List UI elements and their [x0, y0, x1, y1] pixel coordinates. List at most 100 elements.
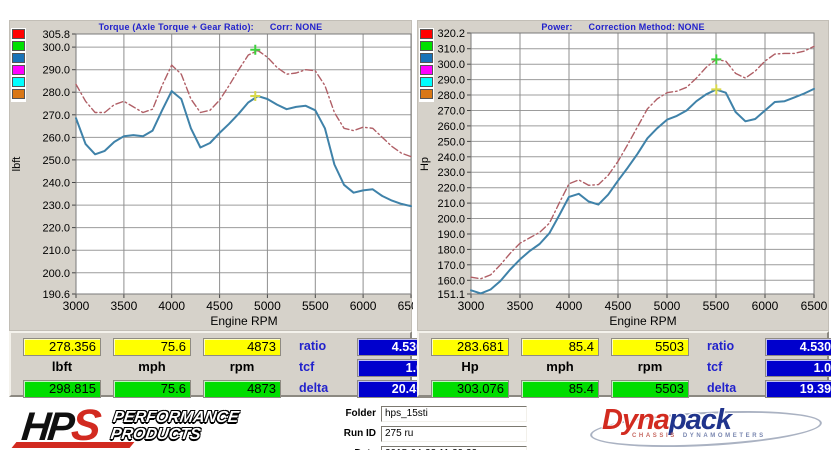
legend-color-swatch [420, 53, 433, 63]
legend-color-swatch [420, 77, 433, 87]
torque-unit-label: lbft [23, 359, 101, 377]
dynapack-chassis-text: CHASSIS [632, 433, 677, 439]
svg-text:6500: 6500 [801, 299, 828, 313]
tcf-label: tcf [293, 359, 345, 377]
ratio-value[interactable]: 4.5300 [765, 338, 831, 356]
measured-rpm-value: 5503 [611, 338, 689, 356]
ratio-label: ratio [293, 338, 345, 356]
svg-text:5500: 5500 [703, 299, 730, 313]
svg-text:4000: 4000 [158, 299, 185, 313]
measured-speed-value: 75.6 [113, 338, 191, 356]
legend-color-swatch [420, 29, 433, 39]
svg-text:250.0: 250.0 [437, 136, 465, 148]
run-id-label: Run ID [334, 428, 376, 439]
svg-text:190.0: 190.0 [437, 229, 465, 241]
curve-color-legend [11, 28, 26, 102]
svg-text:310.0: 310.0 [437, 44, 465, 56]
svg-text:3000: 3000 [458, 299, 485, 313]
svg-text:250.0: 250.0 [42, 155, 70, 167]
legend-color-swatch [420, 41, 433, 51]
dynapack-dyna-text: Dyna [602, 404, 669, 436]
dynapack-subtitle: CHASSIS DYNAMOMETERS [632, 433, 766, 439]
folder-field[interactable] [381, 406, 527, 422]
footer-bar: HPS PERFORMANCE PRODUCTS Folder Run ID D… [0, 398, 831, 450]
svg-text:290.0: 290.0 [42, 65, 70, 77]
date-field[interactable] [381, 446, 527, 450]
svg-text:170.0: 170.0 [437, 260, 465, 272]
dyno-software-window: Torque (Axle Torque + Gear Ratio):Corr: … [0, 0, 831, 450]
power-readout-panel: 283.681 85.4 5503 ratio 4.5300 Hp mph rp… [417, 331, 829, 397]
svg-text:210.0: 210.0 [42, 245, 70, 257]
torque-chart-panel: Torque (Axle Torque + Gear Ratio):Corr: … [9, 20, 412, 331]
legend-color-swatch [12, 77, 25, 87]
tcf-label: tcf [701, 359, 753, 377]
delta-label: delta [293, 380, 345, 398]
power-plot[interactable]: 320.2310.0300.0290.0280.0270.0260.0250.0… [418, 21, 830, 332]
svg-text:220.0: 220.0 [42, 223, 70, 235]
svg-text:180.0: 180.0 [437, 244, 465, 256]
svg-text:6500: 6500 [398, 299, 413, 313]
hps-logo-mark: HPS [19, 401, 100, 450]
svg-text:Hp: Hp [419, 157, 431, 171]
torque-readout-panel: 278.356 75.6 4873 ratio 4.5300 lbft mph … [9, 331, 412, 397]
svg-text:240.0: 240.0 [42, 178, 70, 190]
corrected-torque-value: 298.815 [23, 380, 101, 398]
svg-text:260.0: 260.0 [42, 132, 70, 144]
run-id-row: Run ID [334, 425, 527, 443]
svg-text:5000: 5000 [254, 299, 281, 313]
rpm-unit-label: rpm [203, 359, 281, 377]
legend-color-swatch [12, 65, 25, 75]
svg-text:Engine RPM: Engine RPM [210, 314, 277, 328]
corrected-speed-value: 75.6 [113, 380, 191, 398]
folder-label: Folder [334, 408, 376, 419]
legend-color-swatch [420, 89, 433, 99]
power-unit-label: Hp [431, 359, 509, 377]
rpm-unit-label: rpm [611, 359, 689, 377]
torque-plot[interactable]: 305.8300.0290.0280.0270.0260.0250.0240.0… [10, 21, 413, 332]
speed-unit-label: mph [113, 359, 191, 377]
corrected-rpm-value: 4873 [203, 380, 281, 398]
svg-text:200.0: 200.0 [437, 214, 465, 226]
corrected-speed-value: 85.4 [521, 380, 599, 398]
svg-text:160.0: 160.0 [437, 275, 465, 287]
svg-text:240.0: 240.0 [437, 152, 465, 164]
hps-logo-text: PERFORMANCE PRODUCTS [110, 409, 240, 443]
corrected-rpm-value: 5503 [611, 380, 689, 398]
svg-text:230.0: 230.0 [437, 167, 465, 179]
legend-color-swatch [12, 29, 25, 39]
date-row: Date [334, 445, 527, 450]
svg-text:3500: 3500 [111, 299, 138, 313]
legend-color-swatch [12, 53, 25, 63]
svg-text:320.2: 320.2 [437, 28, 465, 40]
legend-color-swatch [12, 41, 25, 51]
run-info-form: Folder Run ID Date [334, 405, 527, 450]
svg-text:6000: 6000 [350, 299, 377, 313]
delta-label: delta [701, 380, 753, 398]
svg-text:200.0: 200.0 [42, 268, 70, 280]
dynapack-pack-text: pack [669, 404, 731, 436]
svg-text:lbft: lbft [11, 157, 23, 172]
folder-row: Folder [334, 405, 527, 423]
measured-speed-value: 85.4 [521, 338, 599, 356]
svg-text:300.0: 300.0 [42, 42, 70, 54]
svg-text:270.0: 270.0 [437, 106, 465, 118]
curve-color-legend [419, 28, 434, 102]
hps-logo: HPS PERFORMANCE PRODUCTS [22, 401, 237, 450]
dynapack-dynamometers-text: DYNAMOMETERS [683, 433, 766, 439]
svg-text:280.0: 280.0 [42, 87, 70, 99]
speed-unit-label: mph [521, 359, 599, 377]
delta-value: 19.395 [765, 380, 831, 398]
legend-color-swatch [420, 65, 433, 75]
svg-text:210.0: 210.0 [437, 198, 465, 210]
measured-torque-value: 278.356 [23, 338, 101, 356]
dynapack-logo: Dynapack CHASSIS DYNAMOMETERS [588, 404, 828, 446]
svg-text:4500: 4500 [206, 299, 233, 313]
svg-text:5000: 5000 [654, 299, 681, 313]
run-id-field[interactable] [381, 426, 527, 442]
svg-text:4500: 4500 [605, 299, 632, 313]
svg-text:3000: 3000 [63, 299, 90, 313]
legend-color-swatch [12, 89, 25, 99]
corrected-power-value: 303.076 [431, 380, 509, 398]
tcf-value[interactable]: 1.00 [765, 359, 831, 377]
svg-text:305.8: 305.8 [42, 29, 70, 41]
